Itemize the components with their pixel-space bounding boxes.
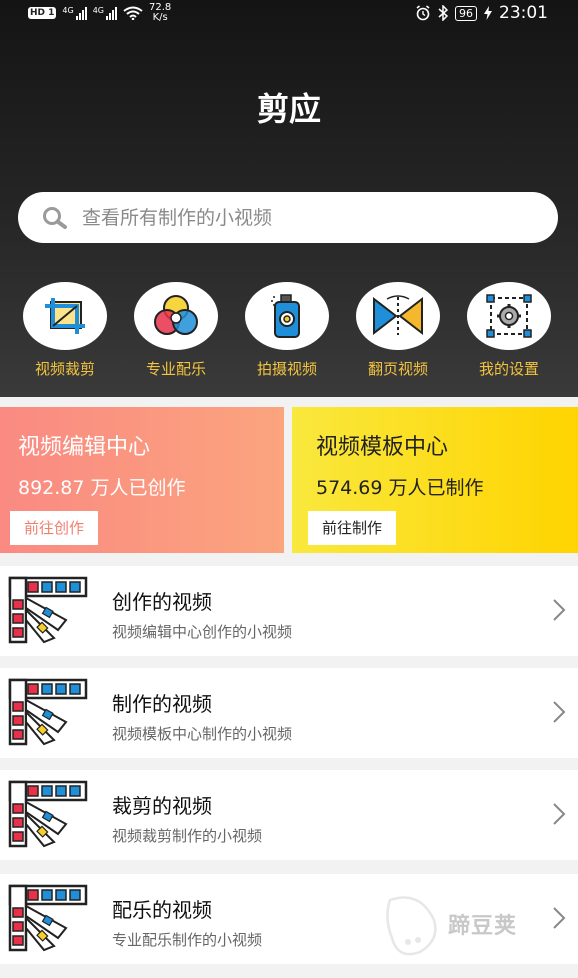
status-bar: HD 1 4G 4G 72.8 K/s 96 23:01 <box>0 0 578 26</box>
chevron-right-icon <box>553 803 566 825</box>
clock: 23:01 <box>499 3 548 23</box>
color-circles-icon <box>154 295 198 335</box>
network-speed: 72.8 K/s <box>149 2 172 23</box>
feature-row: 视频裁剪 专业配乐 拍摄视频 翻页视频 我的设置 <box>0 282 578 382</box>
list-item-title: 裁剪的视频 <box>112 794 212 818</box>
camera-spray-icon <box>271 294 300 338</box>
promo-title: 视频编辑中心 <box>18 435 151 460</box>
list-item-subtitle: 视频模板中心制作的小视频 <box>112 725 293 743</box>
list-item-cropped[interactable]: 裁剪的视频 视频裁剪制作的小视频 <box>0 770 578 860</box>
feature-label: 视频裁剪 <box>34 360 95 378</box>
feature-shoot[interactable]: 拍摄视频 <box>237 282 337 379</box>
page-title: 剪应 <box>256 90 321 128</box>
signal-icon: 4G <box>62 6 87 20</box>
go-create-button[interactable]: 前往创作 <box>10 511 99 545</box>
color-palette-icon <box>8 780 88 848</box>
list-item-subtitle: 视频裁剪制作的小视频 <box>112 827 263 845</box>
list-item-subtitle: 专业配乐制作的小视频 <box>112 931 263 949</box>
crop-icon <box>45 298 85 334</box>
hd-badge: HD 1 <box>28 7 57 19</box>
color-palette-icon <box>8 884 88 952</box>
list-item-title: 配乐的视频 <box>112 898 212 922</box>
battery-indicator: 96 <box>455 5 477 21</box>
alarm-icon <box>416 5 430 21</box>
list-item-title: 创作的视频 <box>112 590 212 614</box>
feature-crop[interactable]: 视频裁剪 <box>15 282 115 379</box>
list-item-subtitle: 视频编辑中心创作的小视频 <box>112 623 293 641</box>
feature-label: 拍摄视频 <box>256 360 317 378</box>
bluetooth-icon <box>438 5 448 21</box>
promo-template-center[interactable]: 视频模板中心 574.69 万人已制作 前往制作 <box>292 407 578 553</box>
page-flip-icon <box>373 295 423 336</box>
search-icon <box>43 207 67 229</box>
color-palette-icon <box>8 576 88 644</box>
promo-title: 视频模板中心 <box>316 435 449 460</box>
feature-music[interactable]: 专业配乐 <box>126 282 226 379</box>
list-item-made[interactable]: 制作的视频 视频模板中心制作的小视频 <box>0 668 578 758</box>
list-item-created[interactable]: 创作的视频 视频编辑中心创作的小视频 <box>0 566 578 656</box>
go-make-button[interactable]: 前往制作 <box>308 511 397 545</box>
feature-label: 我的设置 <box>478 360 539 378</box>
charging-icon <box>484 6 492 20</box>
promo-count: 574.69 万人已制作 <box>316 477 484 499</box>
chevron-right-icon <box>553 599 566 621</box>
search-input[interactable] <box>82 192 542 243</box>
wifi-icon <box>123 6 143 20</box>
list-item-title: 制作的视频 <box>112 692 212 716</box>
header: HD 1 4G 4G 72.8K/s 96 23:01 剪应 视频裁剪 <box>0 0 578 397</box>
feature-settings[interactable]: 我的设置 <box>459 282 559 379</box>
feature-label: 翻页视频 <box>367 360 428 378</box>
settings-gear-icon <box>486 294 532 338</box>
chevron-right-icon <box>553 701 566 723</box>
feature-label: 专业配乐 <box>145 360 206 378</box>
watermark-text: 蹄豆荚 <box>448 914 518 939</box>
promo-edit-center[interactable]: 视频编辑中心 892.87 万人已创作 前往创作 <box>0 407 284 553</box>
search-bar[interactable] <box>18 192 558 243</box>
promo-count: 892.87 万人已创作 <box>18 477 186 499</box>
feature-flip[interactable]: 翻页视频 <box>348 282 448 379</box>
signal-icon-2: 4G <box>93 6 118 20</box>
watermark-bean-icon <box>386 896 437 956</box>
chevron-right-icon <box>553 907 566 929</box>
color-palette-icon <box>8 678 88 746</box>
